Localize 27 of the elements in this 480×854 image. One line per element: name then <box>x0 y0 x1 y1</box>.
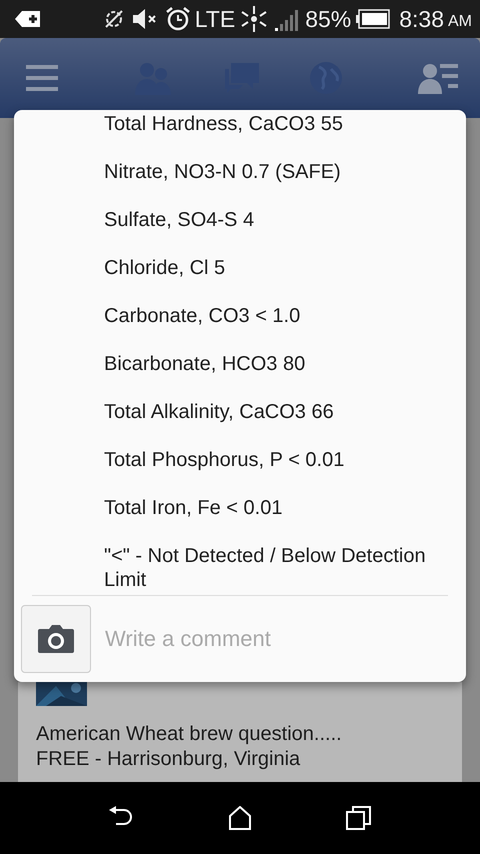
home-icon[interactable] <box>228 806 252 830</box>
battery-icon <box>355 8 392 30</box>
clock-time: 8:38 <box>399 6 444 32</box>
comment-text: "<" - Not Detected / Below Detection Limit <box>104 544 427 592</box>
comment-text: Bicarbonate, HCO3 80 <box>104 352 306 377</box>
post-text: FREE - Harrisonburg, Virginia <box>36 747 302 772</box>
menu-icon[interactable] <box>26 65 58 91</box>
post-text: American Wheat brew question..... <box>36 722 343 747</box>
clock-meridiem: AM <box>448 12 472 30</box>
recent-apps-icon[interactable] <box>346 806 372 830</box>
comment-text: Carbonate, CO3 < 1.0 <box>104 304 302 329</box>
notification-icon <box>14 9 42 29</box>
comment-text: Nitrate, NO3-N 0.7 (SAFE) <box>104 160 342 185</box>
brightness-icon <box>239 4 270 34</box>
network-label: LTE <box>194 6 236 32</box>
friend-list-icon[interactable] <box>418 62 460 94</box>
comment-text: Total Iron, Fe < 0.01 <box>104 496 284 521</box>
comment-text: Total Alkalinity, CaCO3 66 <box>104 400 335 425</box>
comment-field[interactable]: Write a comment <box>103 625 448 653</box>
comment-text: Sulfate, SO4-S 4 <box>104 208 256 233</box>
comment-text: Total Phosphorus, P < 0.01 <box>104 448 346 473</box>
alarm-icon <box>164 6 191 32</box>
comment-text: Chloride, Cl 5 <box>104 256 226 281</box>
battery-percent: 85% <box>305 6 352 32</box>
camera-icon <box>37 624 75 654</box>
comment-text: Total Hardness, CaCO3 55 <box>104 112 344 137</box>
camera-button[interactable] <box>21 605 91 673</box>
